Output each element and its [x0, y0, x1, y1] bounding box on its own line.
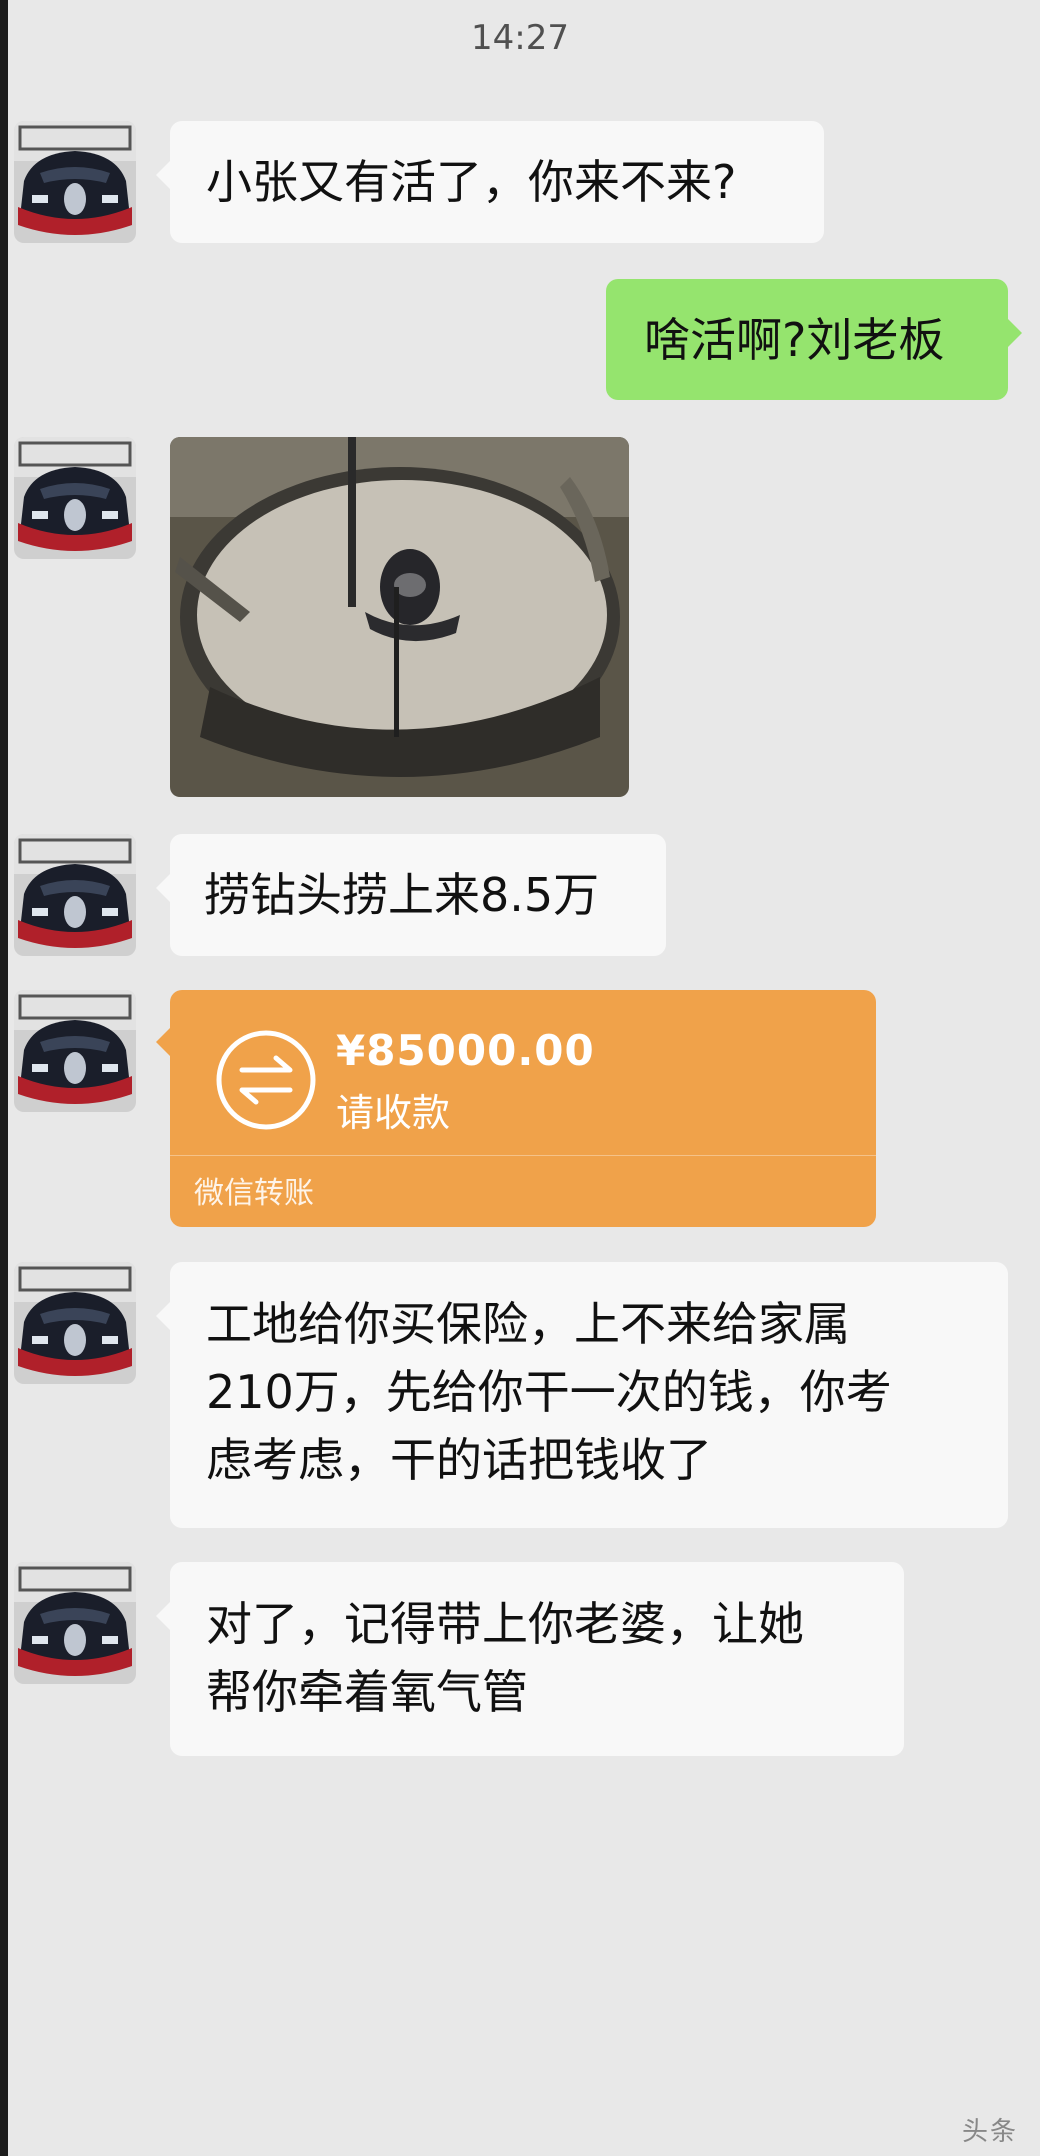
message-line: 帮你牵着氧气管	[206, 1665, 528, 1719]
transfer-footer-label: 微信转账	[194, 1176, 314, 1211]
message-text: 啥活啊?刘老板	[644, 313, 945, 367]
transfer-amount: ¥85000.00	[336, 1026, 595, 1075]
screen-left-edge	[0, 0, 8, 2156]
message-text: 捞钻头捞上来8.5万	[204, 868, 600, 922]
transfer-status: 请收款	[336, 1091, 451, 1135]
message-text: 小张又有活了，你来不来?	[206, 155, 737, 209]
car-avatar-image	[14, 990, 136, 1112]
car-avatar-image	[14, 1562, 136, 1684]
car-avatar-image	[14, 1262, 136, 1384]
sender-avatar[interactable]	[14, 1262, 136, 1384]
message-line: 210万，先给你干一次的钱，你考	[206, 1365, 892, 1419]
incoming-message-3[interactable]: 工地给你买保险，上不来给家属 210万，先给你干一次的钱，你考 虑考虑，干的话把…	[156, 1262, 1008, 1528]
sender-avatar[interactable]	[14, 990, 136, 1112]
message-line: 工地给你买保险，上不来给家属	[206, 1297, 850, 1351]
message-line: 对了，记得带上你老婆，让她	[206, 1597, 804, 1651]
wechat-transfer-card[interactable]: ¥85000.00 请收款 微信转账	[156, 990, 876, 1227]
shared-photo[interactable]	[170, 437, 629, 797]
incoming-message-2[interactable]: 捞钻头捞上来8.5万	[156, 834, 666, 956]
sender-avatar[interactable]	[14, 834, 136, 956]
chat-timestamp: 14:27	[471, 18, 569, 58]
transfer-divider	[170, 1155, 876, 1156]
message-line: 虑考虑，干的话把钱收了	[206, 1433, 712, 1487]
transfer-arrows-icon	[216, 1030, 316, 1130]
car-avatar-image	[14, 834, 136, 956]
outgoing-message[interactable]: 啥活啊?刘老板	[606, 279, 1022, 400]
incoming-message-4[interactable]: 对了，记得带上你老婆，让她 帮你牵着氧气管	[156, 1562, 904, 1756]
sender-avatar[interactable]	[14, 1562, 136, 1684]
car-avatar-image	[14, 437, 136, 559]
diver-in-well-image	[170, 437, 629, 797]
watermark: 头条	[961, 2117, 1018, 2147]
sender-avatar[interactable]	[14, 437, 136, 559]
sender-avatar[interactable]	[14, 121, 136, 243]
car-avatar-image	[14, 121, 136, 243]
incoming-message-1[interactable]: 小张又有活了，你来不来?	[156, 121, 824, 243]
